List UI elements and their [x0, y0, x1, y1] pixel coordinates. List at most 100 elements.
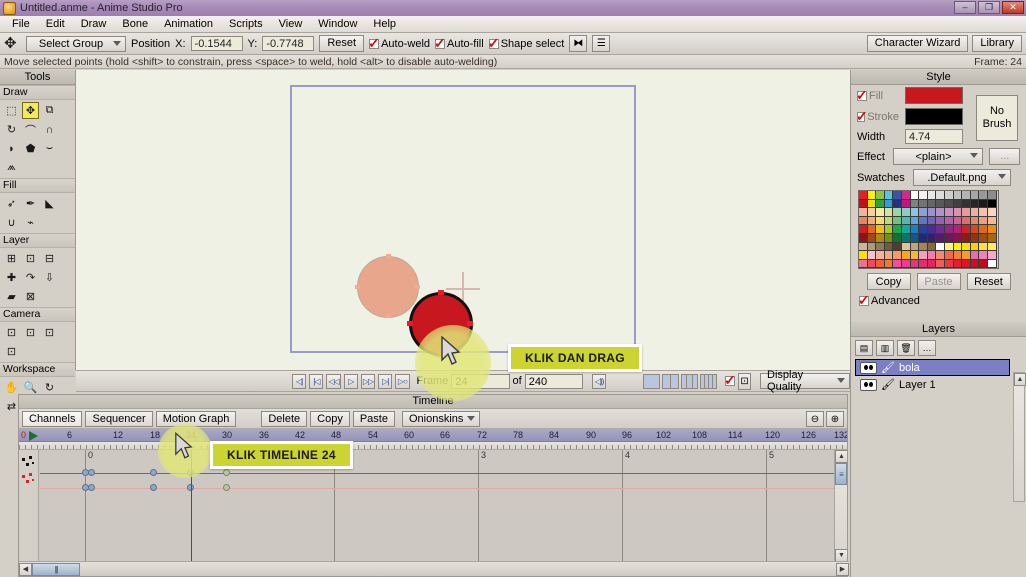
color-swatch[interactable] [901, 208, 911, 217]
color-swatch[interactable] [944, 208, 954, 217]
color-swatch[interactable] [979, 216, 988, 226]
color-swatch[interactable] [901, 251, 911, 260]
color-swatch[interactable] [919, 199, 928, 209]
color-swatch[interactable] [944, 242, 954, 252]
maximize-button[interactable]: ❐ [978, 1, 1000, 14]
scroll-right-icon[interactable]: ▶ [836, 562, 849, 576]
color-swatch[interactable] [979, 208, 988, 217]
color-swatch[interactable] [979, 251, 988, 260]
color-swatch[interactable] [876, 225, 885, 234]
color-swatch[interactable] [919, 242, 928, 252]
timeline-channel-area[interactable]: 0 3 4 5 ▲ ≡ ▼ [19, 450, 847, 562]
color-swatch[interactable] [936, 208, 945, 217]
layers-vertical-scrollbar[interactable]: ▲ [1013, 372, 1026, 502]
menu-window[interactable]: Window [310, 17, 365, 31]
color-swatch[interactable] [970, 242, 980, 252]
three-view-icon[interactable] [681, 373, 699, 389]
color-swatch[interactable] [962, 259, 971, 269]
duplicate-layer-button[interactable]: ▥ [876, 340, 894, 356]
paint-bucket-tool[interactable]: ◣ [41, 195, 58, 212]
stroke-checkbox[interactable]: Stroke [856, 108, 899, 125]
color-swatch[interactable] [876, 208, 885, 217]
keyframe-marker[interactable] [88, 469, 95, 476]
previous-keyframe-button[interactable]: |◁ [309, 373, 324, 389]
color-swatch[interactable] [876, 199, 885, 209]
color-swatch[interactable] [953, 199, 963, 209]
timeline-horizontal-scrollbar[interactable]: ◀ ||| ▶ [19, 561, 849, 576]
color-swatch[interactable] [962, 208, 971, 217]
auto-weld-checkbox[interactable]: Auto-weld [368, 35, 430, 52]
color-swatch[interactable] [962, 199, 971, 209]
document-canvas[interactable] [76, 70, 850, 370]
scale-layer-tool[interactable]: ⊡ [22, 250, 39, 267]
play-button[interactable]: ▷ [343, 373, 358, 389]
color-swatch[interactable] [859, 191, 868, 200]
set-origin-tool[interactable]: ⊠ [22, 288, 39, 305]
color-swatch[interactable] [970, 191, 980, 200]
color-swatch[interactable] [979, 242, 988, 252]
color-swatch[interactable] [919, 216, 928, 226]
color-swatch[interactable] [944, 259, 954, 269]
color-swatch[interactable] [919, 259, 928, 269]
translate-layer-tool[interactable]: ⊞ [3, 250, 20, 267]
color-swatch[interactable] [987, 242, 997, 252]
color-swatch[interactable] [953, 225, 963, 234]
translate-points-tool[interactable]: ✥ [22, 102, 39, 119]
color-swatch[interactable] [910, 242, 920, 252]
color-swatch[interactable] [936, 233, 945, 243]
color-swatch[interactable] [970, 216, 980, 226]
color-swatch[interactable] [867, 233, 877, 243]
keyframe-marker-current[interactable] [223, 469, 230, 476]
menu-animation[interactable]: Animation [156, 17, 221, 31]
color-swatch[interactable] [936, 225, 945, 234]
menu-file[interactable]: File [4, 17, 38, 31]
go-to-end-button[interactable]: ▷○ [395, 373, 410, 389]
color-swatch-grid[interactable] [858, 190, 999, 270]
rotate-points-tool[interactable]: ↻ [3, 121, 20, 138]
character-wizard-button[interactable]: Character Wizard [866, 35, 969, 52]
color-swatch[interactable] [936, 199, 945, 209]
color-swatch[interactable] [859, 242, 868, 252]
color-swatch[interactable] [944, 216, 954, 226]
auto-fill-checkbox[interactable]: Auto-fill [434, 35, 484, 52]
color-swatch[interactable] [962, 251, 971, 260]
color-swatch[interactable] [884, 233, 894, 243]
color-swatch[interactable] [910, 251, 920, 260]
color-swatch[interactable] [901, 225, 911, 234]
step-back-button[interactable]: ◁◁ [326, 373, 341, 389]
minimize-button[interactable]: – [954, 1, 976, 14]
copy-style-button[interactable]: Copy [866, 273, 911, 291]
layer-visibility-channel[interactable] [40, 484, 840, 491]
tab-sequencer[interactable]: Sequencer [85, 410, 153, 427]
total-frames-input[interactable]: 240 [524, 373, 583, 389]
color-swatch[interactable] [970, 233, 980, 243]
rotate-layer-z-tool[interactable]: ⊟ [41, 250, 58, 267]
color-swatch[interactable] [884, 199, 894, 209]
zoom-out-icon[interactable]: ⊖ [806, 411, 824, 427]
step-forward-button[interactable]: ▷▷ [360, 373, 376, 389]
speaker-icon[interactable]: ◁)) [591, 373, 607, 389]
color-swatch[interactable] [859, 233, 868, 243]
line-width-tool[interactable]: ∪ [3, 214, 20, 231]
scroll-up-icon[interactable]: ▲ [1014, 373, 1026, 386]
color-swatch[interactable] [859, 259, 868, 269]
color-swatch[interactable] [867, 199, 877, 209]
color-swatch[interactable] [859, 199, 868, 209]
rotate-layer-y-tool[interactable]: ⇩ [41, 269, 58, 286]
zoom-camera-tool[interactable]: ⊡ [22, 324, 39, 341]
color-swatch[interactable] [901, 259, 911, 269]
menu-draw[interactable]: Draw [73, 17, 115, 31]
reset-button[interactable]: Reset [319, 35, 365, 52]
color-swatch[interactable] [867, 251, 877, 260]
menu-scripts[interactable]: Scripts [221, 17, 271, 31]
roll-camera-tool[interactable]: ⊡ [41, 324, 58, 341]
color-swatch[interactable] [936, 259, 945, 269]
color-swatch[interactable] [884, 259, 894, 269]
swatches-dropdown[interactable]: .Default.png [913, 169, 1011, 186]
onionskins-dropdown[interactable]: Onionskins [401, 410, 481, 427]
color-swatch[interactable] [867, 191, 877, 200]
color-swatch[interactable] [884, 191, 894, 200]
color-swatch[interactable] [970, 251, 980, 260]
color-swatch[interactable] [884, 242, 894, 252]
add-point-tool[interactable]: ⌒ [22, 121, 39, 138]
